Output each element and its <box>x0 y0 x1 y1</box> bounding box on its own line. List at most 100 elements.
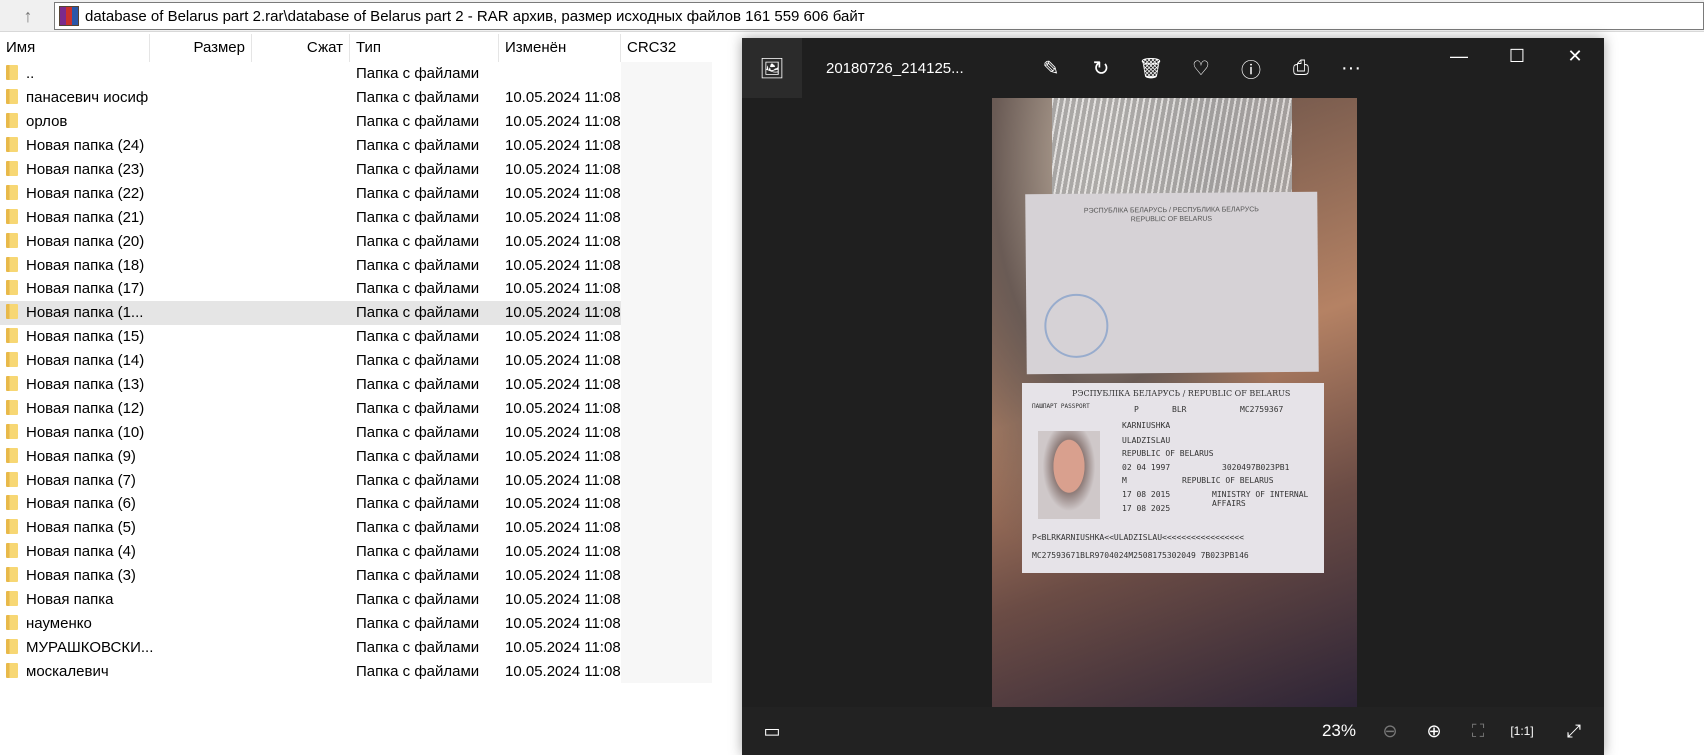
table-row[interactable]: .. Папка с файлами <box>0 62 712 86</box>
row-type: Папка с файлами <box>356 232 480 250</box>
info-icon[interactable]: ⓘ <box>1226 54 1276 83</box>
folder-icon <box>6 208 18 224</box>
row-name: Новая папка (24) <box>0 137 250 154</box>
passport-portrait <box>1038 431 1100 519</box>
table-row[interactable]: Новая папка (10) Папка с файлами 10.05.2… <box>0 420 712 445</box>
pp-pob: REPUBLIC OF BELARUS <box>1182 476 1274 485</box>
row-type: Папка с файлами <box>356 304 480 322</box>
table-row[interactable]: Новая папка (7) Папка с файлами 10.05.20… <box>0 468 712 493</box>
col-crc32[interactable]: CRC32 <box>621 33 712 62</box>
table-row[interactable]: Новая папка (21) Папка с файлами 10.05.2… <box>0 205 712 230</box>
pp-nationality: REPUBLIC OF BELARUS <box>1122 449 1214 458</box>
col-modified[interactable]: Изменён <box>499 33 621 62</box>
favorite-heart-icon[interactable]: ♡ <box>1176 56 1226 81</box>
row-name: Новая папка (20) <box>0 232 250 250</box>
zoom-in-icon[interactable]: ⊕ <box>1412 721 1456 742</box>
col-type[interactable]: Тип <box>350 33 499 62</box>
row-type: Папка с файлами <box>356 352 480 370</box>
table-row[interactable]: Новая папка (12) Папка с файлами 10.05.2… <box>0 396 712 421</box>
table-row[interactable]: орлов Папка с файлами 10.05.2024 11:08 <box>0 109 712 134</box>
table-row[interactable]: Новая папка (17) Папка с файлами 10.05.2… <box>0 277 712 301</box>
table-row[interactable]: Новая папка (5) Папка с файлами 10.05.20… <box>0 515 712 540</box>
table-row[interactable]: Новая папка (4) Папка с файлами 10.05.20… <box>0 539 712 564</box>
table-row[interactable]: Новая папка (20) Папка с файлами 10.05.2… <box>0 229 712 254</box>
table-row[interactable]: Новая папка (24) Папка с файлами 10.05.2… <box>0 133 712 158</box>
pp-given: ULADZISLAU <box>1122 436 1171 445</box>
fullscreen-icon[interactable]: ⤢ <box>1552 721 1596 742</box>
col-size[interactable]: Размер <box>150 33 252 62</box>
row-name-text: Новая папка (15) <box>26 328 145 346</box>
row-type: Папка с файлами <box>356 113 480 131</box>
table-row[interactable]: москалевич Папка с файлами 10.05.2024 11… <box>0 659 712 684</box>
row-name-text: Новая папка (24) <box>26 137 145 155</box>
table-row[interactable]: Новая папка (1... Папка с файлами 10.05.… <box>0 300 712 325</box>
row-crc <box>621 229 712 254</box>
filmstrip-icon[interactable]: ▭ <box>750 721 794 742</box>
row-name-text: орлов <box>26 113 68 131</box>
table-row[interactable]: МУРАШКОВСКИ... Папка с файлами 10.05.202… <box>0 635 712 660</box>
rotate-icon[interactable]: ↻ <box>1076 56 1126 81</box>
table-row[interactable]: Новая папка (18) Папка с файлами 10.05.2… <box>0 253 712 278</box>
passport-data-page: РЭСПУБЛІКА БЕЛАРУСЬ / REPUBLIC OF BELARU… <box>1022 383 1324 573</box>
folder-icon <box>6 567 18 583</box>
minimize-button[interactable]: — <box>1430 38 1488 74</box>
row-type: Папка с файлами <box>356 208 480 226</box>
col-packed[interactable]: Сжат <box>252 33 350 62</box>
row-type: Папка с файлами <box>356 376 480 394</box>
more-icon[interactable]: ··· <box>1326 57 1376 80</box>
pp-header: РЭСПУБЛІКА БЕЛАРУСЬ / REPUBLIC OF BELARU… <box>1072 389 1291 398</box>
zoom-out-icon[interactable]: ⊖ <box>1368 721 1412 742</box>
table-row[interactable]: Новая папка (6) Папка с файлами 10.05.20… <box>0 492 712 516</box>
row-type: Папка с файлами <box>356 638 480 656</box>
table-row[interactable]: Новая папка (15) Папка с файлами 10.05.2… <box>0 324 712 349</box>
photos-app-icon[interactable]: 🖼 <box>742 38 802 98</box>
row-modified: 10.05.2024 11:08 <box>505 89 621 107</box>
table-row[interactable]: Новая папка (3) Папка с файлами 10.05.20… <box>0 563 712 588</box>
pp-doc: ПАШПАРТ PASSPORT <box>1032 403 1090 410</box>
row-name: Новая папка (10) <box>0 423 250 441</box>
table-row[interactable]: Новая папка (23) Папка с файлами 10.05.2… <box>0 157 712 182</box>
folder-icon <box>6 662 18 678</box>
folder-icon <box>6 543 18 559</box>
row-crc <box>621 515 712 540</box>
rar-archive-icon <box>59 6 79 26</box>
table-row[interactable]: Новая папка (22) Папка с файлами 10.05.2… <box>0 181 712 206</box>
row-type: Папка с файлами <box>356 137 480 155</box>
row-modified: 10.05.2024 11:08 <box>505 614 621 632</box>
row-name: Новая папка (3) <box>0 567 250 584</box>
column-headers: Имя Размер Сжат Тип Изменён CRC32 <box>0 33 712 62</box>
actual-size-icon[interactable]: [1:1] <box>1500 724 1544 738</box>
row-name: Новая папка (1... <box>0 304 250 321</box>
row-name-text: Новая папка (9) <box>26 447 136 465</box>
print-icon[interactable]: ⎙ <box>1276 57 1326 80</box>
pp-sex: M <box>1122 476 1127 485</box>
table-row[interactable]: Новая папка (9) Папка с файлами 10.05.20… <box>0 444 712 469</box>
row-name-text: Новая папка (1... <box>26 304 144 322</box>
table-row[interactable]: Новая папка (14) Папка с файлами 10.05.2… <box>0 348 712 373</box>
fit-to-window-icon[interactable]: ⛶ <box>1456 721 1500 742</box>
folder-icon <box>6 423 18 439</box>
close-button[interactable]: ✕ <box>1546 38 1604 74</box>
folder-icon <box>6 137 18 153</box>
edit-image-icon[interactable]: ✎ <box>1026 56 1076 81</box>
up-arrow-icon[interactable]: ↑ <box>10 3 46 29</box>
path-field[interactable]: database of Belarus part 2.rar\database … <box>54 2 1704 30</box>
row-type: Папка с файлами <box>356 65 480 83</box>
delete-icon[interactable]: 🗑 <box>1126 56 1176 81</box>
pp-idno: 3020497B023PB1 <box>1222 463 1290 472</box>
row-name-text: Новая папка (7) <box>26 471 136 489</box>
row-crc <box>621 109 712 134</box>
col-name[interactable]: Имя <box>0 33 150 62</box>
row-name: Новая папка (13) <box>0 376 250 393</box>
maximize-button[interactable]: ☐ <box>1488 38 1546 74</box>
table-row[interactable]: науменко Папка с файлами 10.05.2024 11:0… <box>0 611 712 636</box>
row-modified: 10.05.2024 11:08 <box>505 591 621 609</box>
table-row[interactable]: панасевич иосиф Папка с файлами 10.05.20… <box>0 85 712 110</box>
table-row[interactable]: Новая папка Папка с файлами 10.05.2024 1… <box>0 587 712 612</box>
row-modified: 10.05.2024 11:08 <box>505 399 621 417</box>
row-name-text: панасевич иосиф <box>26 89 149 107</box>
row-modified: 10.05.2024 11:08 <box>505 256 621 274</box>
pp-authority: MINISTRY OF INTERNAL AFFAIRS <box>1212 490 1309 508</box>
row-crc <box>621 157 712 182</box>
table-row[interactable]: Новая папка (13) Папка с файлами 10.05.2… <box>0 372 712 397</box>
